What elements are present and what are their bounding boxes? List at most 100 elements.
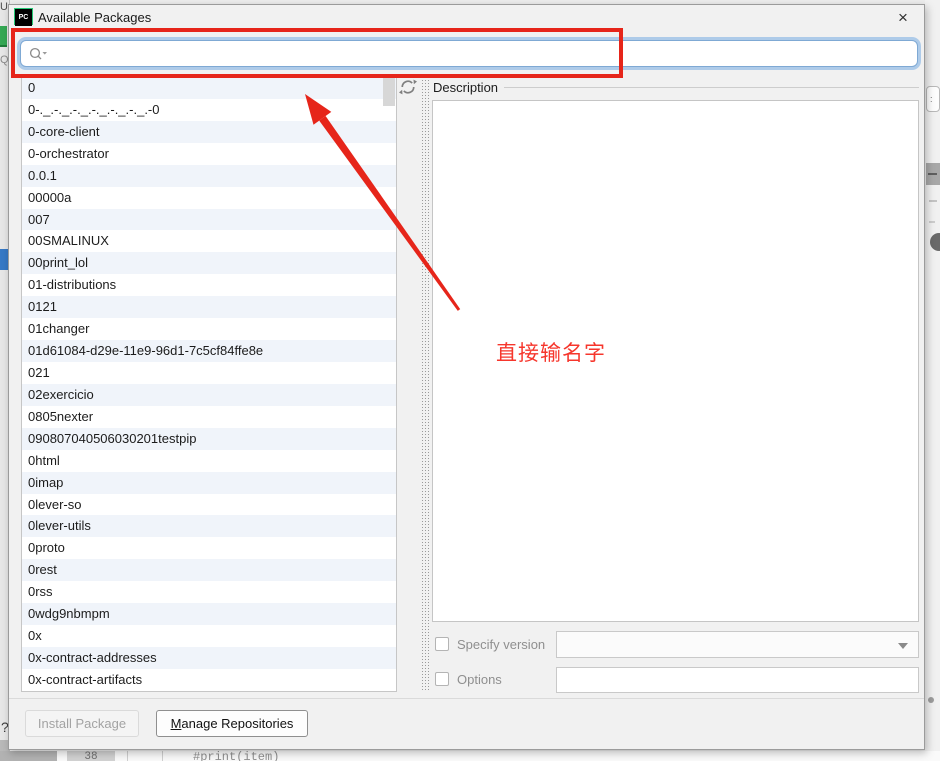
background-dot-fragment (928, 697, 934, 703)
dialog-title: Available Packages (38, 10, 152, 25)
background-tick-fragment (929, 221, 935, 223)
package-list-item[interactable]: 0x (22, 625, 396, 647)
package-name: 0805nexter (28, 408, 94, 424)
package-search-field[interactable] (20, 40, 918, 67)
package-list-item[interactable]: 021 (22, 362, 396, 384)
package-list: 0 0-._.-._.-._.-._.-._.-._.-0 0-core-cli… (22, 77, 396, 691)
package-list-item[interactable]: 01-distributions (22, 274, 396, 296)
package-list-item[interactable]: 01changer (22, 318, 396, 340)
package-name: 090807040506030201testpip (28, 430, 197, 446)
package-list-item[interactable]: 0wdg9nbmpm (22, 603, 396, 626)
specify-version-checkbox[interactable] (435, 637, 449, 651)
available-packages-dialog: PC Available Packages × 0 0-._.-._.-._.-… (8, 4, 925, 750)
package-list-item[interactable]: 0x-contract-addresses (22, 646, 396, 669)
package-list-item[interactable]: 0lever-utils (22, 515, 396, 538)
package-list-item[interactable]: 0 (22, 77, 396, 99)
background-arrow-fragment (930, 233, 940, 251)
manage-repositories-mnemonic: M (170, 716, 182, 731)
description-header: Description (433, 80, 919, 95)
options-checkbox[interactable] (435, 672, 449, 686)
description-header-rule (504, 87, 919, 88)
package-name: 0rest (28, 562, 57, 578)
editor-line-number: 38 (67, 751, 115, 761)
background-scrollbar-fragment (926, 163, 940, 185)
package-name: 0html (28, 452, 60, 468)
background-green-fragment (0, 26, 7, 47)
package-name: 02exercicio (28, 386, 94, 402)
package-name: 01d61084-d29e-11e9-96d1-7c5cf84ffe8e (28, 343, 264, 359)
version-select[interactable] (556, 631, 919, 658)
package-name: 0lever-utils (28, 518, 91, 534)
editor-code-fragment: #print(item) (193, 751, 280, 761)
background-selection-fragment (0, 249, 8, 270)
editor-gutter-divider (127, 751, 128, 761)
package-list-item[interactable]: 0-core-client (22, 120, 396, 143)
package-list-item[interactable]: 090807040506030201testpip (22, 427, 396, 450)
package-list-item[interactable]: 01d61084-d29e-11e9-96d1-7c5cf84ffe8e (22, 340, 396, 362)
screen: Us Q ? : 38 #print(item) PC Available Pa… (0, 0, 940, 761)
package-name: 01changer (28, 321, 90, 337)
background-tick-fragment (929, 200, 937, 202)
options-input[interactable] (556, 667, 919, 693)
dialog-titlebar[interactable]: PC Available Packages × (9, 5, 924, 31)
package-name: 0wdg9nbmpm (28, 606, 110, 622)
package-name: 0x (28, 628, 42, 644)
package-name: 0121 (28, 299, 57, 315)
manage-repositories-button[interactable]: Manage Repositories (156, 710, 308, 737)
package-list-item[interactable]: 00print_lol (22, 252, 396, 275)
package-name: 0-orchestrator (28, 145, 109, 161)
package-list-item[interactable]: 0lever-so (22, 494, 396, 516)
background-ide-right-strip: : (925, 0, 940, 761)
panel-splitter[interactable] (421, 76, 430, 692)
package-name: 00SMALINUX (28, 233, 109, 249)
specify-version-label: Specify version (457, 637, 546, 652)
chevron-down-icon (898, 643, 908, 649)
package-list-item[interactable]: 0rss (22, 581, 396, 603)
package-name: 0 (28, 80, 36, 95)
package-list-item[interactable]: 0x-contract-artifacts (22, 669, 396, 691)
background-editor-strip: 38 #print(item) (0, 751, 940, 761)
package-name: 021 (28, 364, 50, 380)
background-toolbar-fragment (0, 751, 57, 761)
background-field-fragment: : (926, 86, 940, 112)
package-name: 007 (28, 211, 50, 227)
package-name: 0-._.-._.-._.-._.-._.-._.-0 (28, 101, 160, 117)
manage-repositories-label: anage Repositories (181, 716, 294, 731)
package-name: 0.0.1 (28, 167, 57, 183)
package-name: 0-core-client (28, 123, 100, 139)
package-list-item[interactable]: 0-._.-._.-._.-._.-._.-._.-0 (22, 99, 396, 121)
close-icon[interactable]: × (892, 7, 914, 29)
package-list-item[interactable]: 0proto (22, 537, 396, 559)
pycharm-icon: PC (15, 9, 32, 26)
package-name: 0proto (28, 540, 65, 556)
refresh-icon[interactable] (399, 78, 417, 96)
package-name: 0rss (28, 584, 53, 600)
package-list-item[interactable]: 0rest (22, 559, 396, 582)
package-list-item[interactable]: 02exercicio (22, 383, 396, 406)
package-list-item[interactable]: 0805nexter (22, 406, 396, 428)
package-name: 01-distributions (28, 277, 117, 293)
package-list-item[interactable]: 0.0.1 (22, 164, 396, 187)
package-list-panel: 0 0-._.-._.-._.-._.-._.-._.-0 0-core-cli… (21, 76, 397, 692)
package-name: 00000a (28, 189, 72, 205)
package-list-item[interactable]: 0121 (22, 296, 396, 319)
search-icon[interactable] (28, 46, 48, 62)
package-list-item[interactable]: 00SMALINUX (22, 230, 396, 252)
description-content (432, 100, 919, 622)
editor-gutter-divider (162, 751, 163, 761)
options-label: Options (457, 672, 502, 687)
package-name: 0x-contract-addresses (28, 649, 157, 665)
list-scrollbar-thumb[interactable] (383, 78, 395, 106)
package-list-item[interactable]: 0html (22, 450, 396, 472)
search-input[interactable] (52, 43, 917, 64)
package-name: 00print_lol (28, 255, 88, 271)
package-name: 0x-contract-artifacts (28, 671, 143, 687)
button-bar-divider (9, 698, 924, 699)
install-package-button[interactable]: Install Package (25, 710, 139, 737)
package-list-item[interactable]: 0-orchestrator (22, 143, 396, 165)
package-name: 0lever-so (28, 496, 82, 512)
package-list-item[interactable]: 0imap (22, 471, 396, 494)
package-list-item[interactable]: 00000a (22, 187, 396, 209)
description-label: Description (433, 80, 499, 95)
package-list-item[interactable]: 007 (22, 208, 396, 231)
